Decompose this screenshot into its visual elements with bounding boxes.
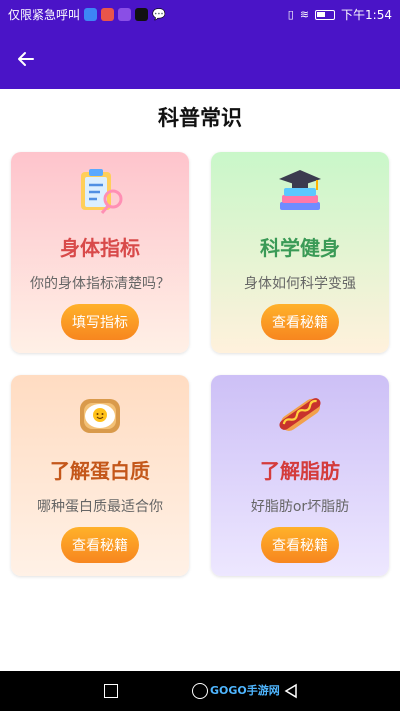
app-icon-1 [84, 8, 98, 21]
card-title: 了解脂肪 [260, 459, 340, 483]
status-notice: 仅限紧急呼叫 [8, 8, 81, 22]
view-tips-button[interactable]: 查看秘籍 [61, 527, 139, 563]
card-subtitle: 你的身体指标清楚吗？ [30, 276, 170, 292]
card-title: 身体指标 [60, 236, 140, 260]
battery-icon [315, 9, 336, 20]
app-icon-3 [118, 8, 132, 21]
egg-toast-icon [80, 399, 120, 433]
system-nav-bar: GOGO手游网 [0, 671, 400, 711]
home-button[interactable] [192, 683, 208, 699]
back-triangle-icon[interactable] [283, 683, 299, 699]
page-title: 科普常识 [158, 106, 242, 130]
view-tips-button[interactable]: 查看秘籍 [261, 527, 339, 563]
app-icon-2 [101, 8, 115, 21]
card-fitness[interactable]: 科学健身 身体如何科学变强 查看秘籍 [211, 152, 389, 353]
card-title: 了解蛋白质 [50, 459, 150, 483]
card-fat[interactable]: 了解脂肪 好脂肪or坏脂肪 查看秘籍 [211, 375, 389, 576]
fill-metrics-button[interactable]: 填写指标 [61, 304, 139, 340]
tiktok-icon [135, 8, 149, 21]
clipboard-icon [81, 169, 123, 214]
back-button[interactable] [12, 45, 40, 73]
books-cap-icon [279, 170, 321, 210]
card-subtitle: 身体如何科学变强 [244, 276, 356, 292]
card-subtitle: 哪种蛋白质最适合你 [37, 499, 163, 515]
status-left: 仅限紧急呼叫 💬 [8, 6, 166, 23]
view-tips-button[interactable]: 查看秘籍 [261, 304, 339, 340]
chat-icon: 💬 [152, 8, 166, 21]
recent-apps-button[interactable] [104, 684, 118, 698]
hotdog-icon [279, 398, 321, 431]
card-body-metrics[interactable]: 身体指标 你的身体指标清楚吗？ 填写指标 [11, 152, 189, 353]
status-right: ▯ ≋ 下午1:54 [288, 6, 392, 23]
card-title: 科学健身 [260, 236, 340, 260]
wifi-icon: ≋ [299, 8, 310, 21]
watermark: GOGO手游网 [210, 684, 280, 697]
app-bar [0, 29, 400, 89]
card-subtitle: 好脂肪or坏脂肪 [250, 499, 350, 515]
arrow-left-icon [18, 52, 34, 66]
card-protein[interactable]: 了解蛋白质 哪种蛋白质最适合你 查看秘籍 [11, 375, 189, 576]
status-time: 下午1:54 [341, 8, 392, 22]
status-bar: 仅限紧急呼叫 💬 ▯ ≋ 下午1:54 [0, 0, 400, 29]
vibrate-icon: ▯ [287, 8, 294, 21]
